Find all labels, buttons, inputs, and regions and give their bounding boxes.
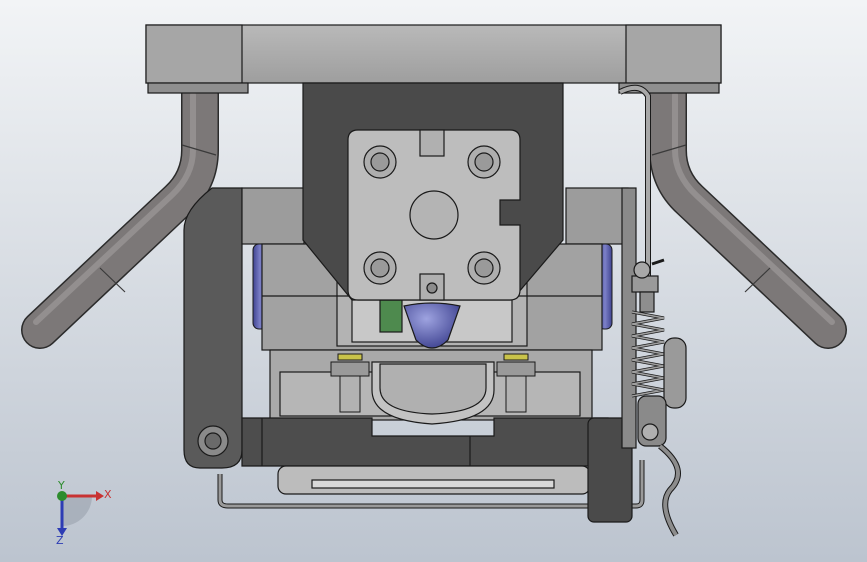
yellow-ring-left — [337, 353, 363, 361]
y-axis-label: Y — [57, 479, 65, 492]
y-axis-dot-icon — [57, 491, 67, 501]
lower-body — [269, 349, 593, 425]
z-axis-label: Z — [56, 534, 64, 547]
cad-viewport[interactable]: X Y Z — [0, 0, 867, 562]
cad-drawing: X Y Z — [0, 0, 867, 562]
x-axis-label: X — [104, 488, 112, 501]
face-plate — [347, 129, 521, 301]
center-bore-icon — [409, 190, 459, 240]
left-clamp-arm — [183, 187, 243, 469]
latch-pin-icon — [641, 423, 659, 441]
green-terminal — [379, 299, 403, 333]
yellow-ring-right — [503, 353, 529, 361]
